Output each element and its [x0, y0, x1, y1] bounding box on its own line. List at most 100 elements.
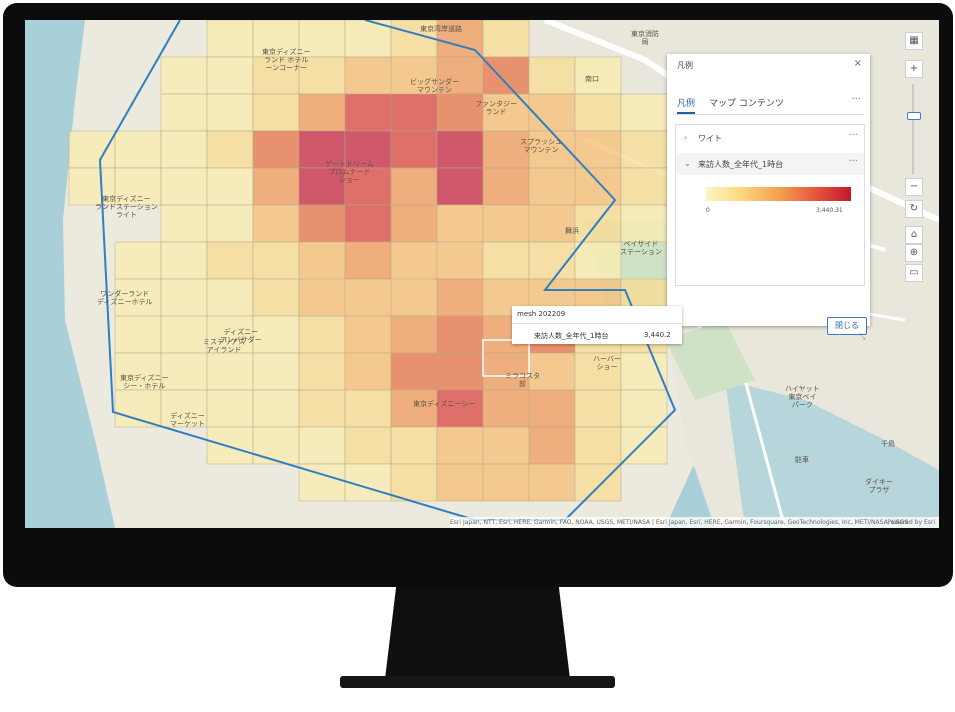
- heat-cell[interactable]: [528, 93, 576, 132]
- fullscreen-icon[interactable]: ▭: [905, 264, 923, 282]
- heat-cell[interactable]: [390, 167, 438, 206]
- chevron-down-icon[interactable]: ⌄: [684, 159, 691, 168]
- heat-cell[interactable]: [482, 56, 530, 95]
- heat-cell[interactable]: [436, 463, 484, 502]
- heat-cell[interactable]: [390, 241, 438, 280]
- heat-cell[interactable]: [436, 167, 484, 206]
- heat-cell[interactable]: [390, 315, 438, 354]
- heat-cell[interactable]: [390, 426, 438, 465]
- locate-icon[interactable]: ⊕: [905, 244, 923, 262]
- layers-icon[interactable]: ▦: [905, 32, 923, 50]
- heat-cell[interactable]: [160, 204, 208, 243]
- heat-cell[interactable]: [436, 426, 484, 465]
- resize-handle-icon[interactable]: ⤡: [859, 332, 865, 342]
- heat-cell[interactable]: [620, 93, 668, 132]
- heat-cell[interactable]: [390, 463, 438, 502]
- heat-cell[interactable]: [390, 204, 438, 243]
- heat-cell[interactable]: [206, 278, 254, 317]
- heat-cell[interactable]: [206, 241, 254, 280]
- chevron-right-icon[interactable]: ›: [684, 133, 687, 142]
- heat-cell[interactable]: [160, 167, 208, 206]
- heat-cell[interactable]: [344, 426, 392, 465]
- heat-cell[interactable]: [160, 130, 208, 169]
- more-options-icon[interactable]: ···: [848, 130, 858, 141]
- heat-cell[interactable]: [344, 315, 392, 354]
- heat-cell[interactable]: [298, 93, 346, 132]
- heat-cell[interactable]: [206, 167, 254, 206]
- tab-legend[interactable]: 凡例: [677, 96, 696, 114]
- heat-cell[interactable]: [252, 352, 300, 391]
- feature-popup[interactable]: mesh 202209 来訪人数_全年代_1時台 3,440.2: [512, 306, 682, 344]
- heat-cell[interactable]: [574, 130, 622, 169]
- heat-cell[interactable]: [620, 130, 668, 169]
- heat-cell[interactable]: [68, 130, 116, 169]
- heat-cell[interactable]: [390, 93, 438, 132]
- heat-cell[interactable]: [344, 93, 392, 132]
- heat-cell[interactable]: [206, 20, 254, 58]
- heat-cell[interactable]: [528, 426, 576, 465]
- heat-cell[interactable]: [620, 389, 668, 428]
- heat-cell[interactable]: [436, 389, 484, 428]
- heat-cell[interactable]: [252, 204, 300, 243]
- heat-cell[interactable]: [298, 241, 346, 280]
- heat-cell[interactable]: [160, 278, 208, 317]
- heat-cell[interactable]: [252, 167, 300, 206]
- heat-cell[interactable]: [436, 241, 484, 280]
- zoom-out-button[interactable]: −: [905, 178, 923, 196]
- heat-cell[interactable]: [206, 56, 254, 95]
- heat-cell[interactable]: [298, 389, 346, 428]
- heat-cell[interactable]: [206, 130, 254, 169]
- heat-cell[interactable]: [114, 315, 162, 354]
- zoom-slider-handle[interactable]: [907, 112, 921, 120]
- heat-cell[interactable]: [344, 352, 392, 391]
- heat-cell[interactable]: [160, 315, 208, 354]
- more-options-icon[interactable]: ···: [851, 94, 861, 105]
- heat-cell[interactable]: [436, 352, 484, 391]
- layer-item[interactable]: ⌄ 来訪人数_全年代_1時台 ···: [676, 153, 864, 175]
- heat-cell[interactable]: [252, 93, 300, 132]
- heat-cell[interactable]: [482, 389, 530, 428]
- heat-cell[interactable]: [390, 278, 438, 317]
- heat-cell[interactable]: [252, 389, 300, 428]
- heat-cell[interactable]: [114, 241, 162, 280]
- heat-cell[interactable]: [206, 204, 254, 243]
- heat-cell[interactable]: [482, 20, 530, 58]
- heat-cell[interactable]: [482, 426, 530, 465]
- heat-cell[interactable]: [114, 389, 162, 428]
- heat-cell[interactable]: [206, 93, 254, 132]
- heat-cell[interactable]: [390, 352, 438, 391]
- zoom-in-button[interactable]: +: [905, 60, 923, 78]
- close-icon[interactable]: ×: [854, 58, 862, 69]
- heat-cell[interactable]: [344, 278, 392, 317]
- heat-cell[interactable]: [620, 352, 668, 391]
- heat-cell[interactable]: [252, 278, 300, 317]
- heat-cell[interactable]: [574, 204, 622, 243]
- heat-cell[interactable]: [574, 93, 622, 132]
- heat-cell[interactable]: [298, 315, 346, 354]
- heat-cell[interactable]: [574, 241, 622, 280]
- heat-cell[interactable]: [206, 352, 254, 391]
- heat-cell[interactable]: [390, 130, 438, 169]
- home-icon[interactable]: ⌂: [905, 226, 923, 244]
- heat-cell[interactable]: [298, 204, 346, 243]
- heat-cell[interactable]: [482, 204, 530, 243]
- heat-cell[interactable]: [528, 463, 576, 502]
- heat-cell[interactable]: [344, 204, 392, 243]
- zoom-slider[interactable]: [912, 84, 914, 174]
- heat-cell[interactable]: [482, 241, 530, 280]
- heat-cell[interactable]: [298, 426, 346, 465]
- tab-map-contents[interactable]: マップ コンテンツ: [709, 96, 784, 109]
- heat-cell[interactable]: [574, 426, 622, 465]
- heat-cell[interactable]: [252, 241, 300, 280]
- heat-cell[interactable]: [436, 278, 484, 317]
- heat-cell[interactable]: [160, 241, 208, 280]
- more-options-icon[interactable]: ···: [848, 156, 858, 167]
- rotate-icon[interactable]: ↻: [905, 200, 923, 218]
- powered-by[interactable]: Powered by Esri: [887, 517, 935, 528]
- heat-cell[interactable]: [528, 389, 576, 428]
- layer-item[interactable]: › ワイト ···: [676, 127, 864, 149]
- heat-cell[interactable]: [390, 389, 438, 428]
- heat-cell[interactable]: [298, 278, 346, 317]
- heat-cell[interactable]: [298, 352, 346, 391]
- heat-cell[interactable]: [436, 204, 484, 243]
